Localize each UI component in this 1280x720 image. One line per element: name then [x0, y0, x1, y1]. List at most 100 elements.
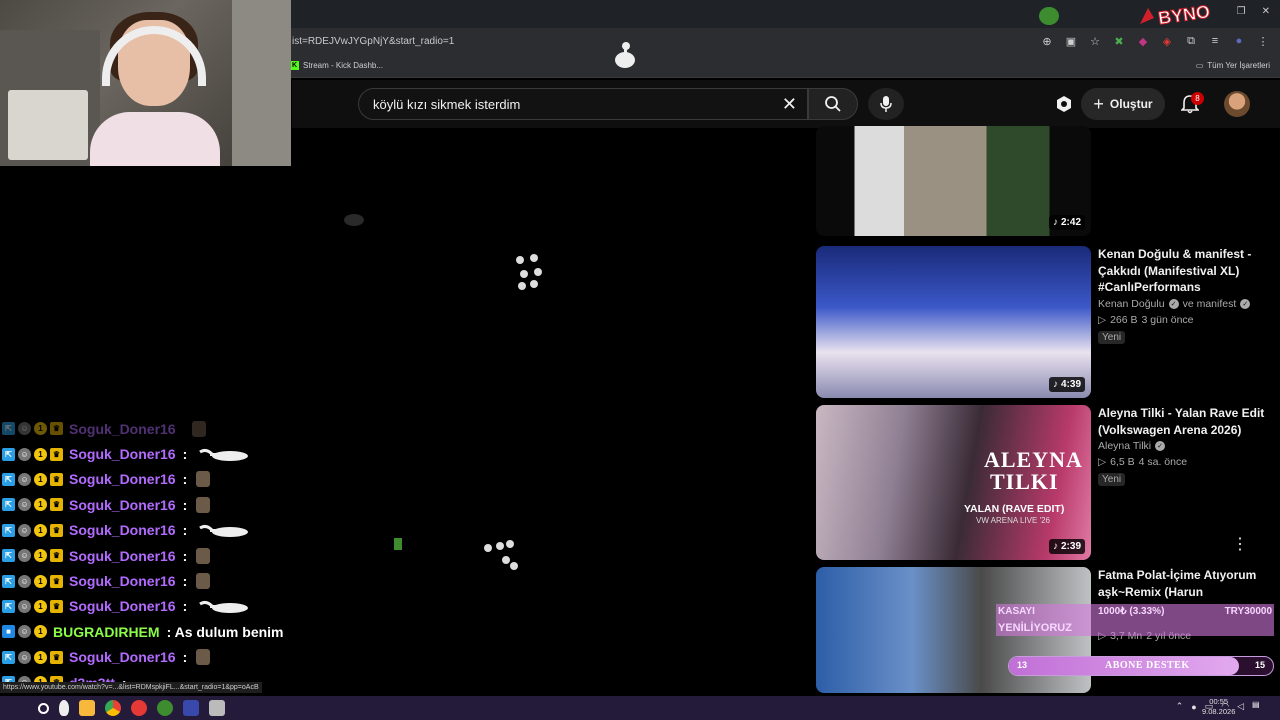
goose-flock-icon [516, 254, 542, 290]
app-icon[interactable] [157, 700, 173, 716]
search-query[interactable]: köylü kızı sikmek isterdim [373, 97, 520, 112]
kasa-line1: KASAYI [998, 606, 1035, 617]
chat-username[interactable]: Soguk_Doner16 [69, 548, 176, 564]
streamer-body [90, 112, 220, 166]
video-meta: Kenan Doğulu & manifest - Çakkıdı (Manif… [1098, 246, 1268, 345]
chat-username[interactable]: Soguk_Doner16 [69, 446, 176, 462]
app-icon[interactable] [209, 700, 225, 716]
status-url: https://www.youtube.com/watch?v=...&list… [0, 682, 262, 693]
video-title[interactable]: Fatma Polat-İçime Atıyorum aşk~Remix (Ha… [1098, 567, 1268, 600]
emote-icon [191, 420, 206, 437]
thumb-subtitle-2: VW ARENA LIVE '26 [976, 516, 1051, 525]
coin-badge-icon: 1 [34, 574, 47, 588]
verified-badge-icon: ⇱ [2, 447, 15, 461]
video-title[interactable]: Aleyna Tilki - Yalan Rave Edit (Volkswag… [1098, 405, 1268, 438]
all-bookmarks[interactable]: ▭ Tüm Yer İşaretleri [1196, 61, 1270, 70]
zoom-icon[interactable]: ⊕ [1040, 34, 1054, 48]
volume-icon[interactable]: ◁ [1237, 701, 1244, 712]
byno-logo: BYNO [1140, 1, 1212, 29]
rank-badge-icon: ☺ [18, 447, 31, 461]
video-thumbnail[interactable]: ALEYNA TILKI YALAN (RAVE EDIT) VW ARENA … [816, 405, 1091, 560]
crown-badge-icon: ♛ [50, 650, 63, 664]
crown-badge-icon: ♛ [50, 472, 63, 486]
create-button[interactable]: + Oluştur [1081, 88, 1165, 120]
video-title[interactable]: Kenan Doğulu & manifest - Çakkıdı (Manif… [1098, 246, 1268, 296]
close-icon[interactable]: ✕ [1262, 6, 1270, 17]
voice-search-button[interactable] [868, 88, 904, 120]
chat-text: : [182, 522, 188, 539]
menu-dots-icon[interactable]: ⋮ [1256, 34, 1270, 48]
verified-icon: ✓ [1168, 298, 1179, 309]
app-icon[interactable] [79, 700, 95, 716]
coin-badge-icon: 1 [34, 523, 47, 537]
chrome-icon[interactable] [105, 700, 121, 716]
verified-badge-icon: ⇱ [2, 472, 15, 486]
coin-badge-icon: 1 [34, 599, 47, 613]
goose-icon [615, 42, 635, 68]
notification-badge: 8 [1191, 92, 1204, 105]
chat-text: : [182, 598, 188, 615]
bookmark-kick-dashboard[interactable]: K Stream - Kick Dashb... [290, 61, 383, 70]
verified-badge-icon: ⇱ [2, 523, 15, 537]
extension-cube-icon[interactable]: ◈ [1160, 34, 1174, 48]
profile-icon[interactable]: ● [1232, 34, 1246, 48]
clear-search-icon[interactable]: ✕ [782, 94, 797, 115]
extension-icon[interactable]: ◆ [1136, 34, 1150, 48]
video-thumbnail[interactable]: ♪ 2:42 [816, 126, 1091, 236]
coin-badge-icon: 1 [34, 650, 47, 664]
cast-icon[interactable]: ▣ [1064, 34, 1078, 48]
gemini-sparkle-button[interactable] [1052, 92, 1076, 116]
channel-name[interactable]: Kenan Doğulu ✓ ve manifest ✓ [1098, 298, 1268, 310]
chat-text: : [182, 547, 188, 564]
emote-icon [196, 649, 211, 666]
rank-badge-icon: ☺ [18, 549, 31, 563]
reading-list-icon[interactable]: ≡ [1208, 34, 1222, 48]
chevron-up-icon[interactable]: ⌃ [1176, 701, 1184, 712]
chat-username[interactable]: Soguk_Doner16 [69, 421, 176, 437]
rank-badge-icon: ☺ [18, 625, 31, 639]
chat-username[interactable]: Soguk_Doner16 [69, 598, 176, 614]
puzzle-icon[interactable]: ⧉ [1184, 34, 1198, 48]
app-icon[interactable] [131, 700, 147, 716]
all-bookmarks-label: Tüm Yer İşaretleri [1207, 61, 1270, 70]
chat-text: : As dulum benim [166, 623, 284, 640]
chat-message: ⇱ ☺ 1 ♛ Soguk_Doner16: [2, 594, 302, 619]
video-thumbnail[interactable]: ♪ 4:39 [816, 246, 1091, 398]
chat-username[interactable]: Soguk_Doner16 [69, 497, 176, 513]
url-text[interactable]: ist=RDEJVwJYGpNjY&start_radio=1 [292, 36, 454, 47]
chat-username[interactable]: Soguk_Doner16 [69, 471, 176, 487]
chat-overlay: ⇱ ☺ 1 ♛ Soguk_Doner16 ⇱ ☺ 1 ♛ Soguk_Doner16: ⇱ ☺ 1 ♛ S… [2, 416, 302, 695]
bookmark-star-icon[interactable]: ☆ [1088, 34, 1102, 48]
avatar[interactable] [1224, 91, 1250, 117]
video-meta: Aleyna Tilki - Yalan Rave Edit (Volkswag… [1098, 405, 1268, 487]
taskbar-clock[interactable]: 00:55 9.08.2026 [1202, 697, 1235, 717]
chat-username[interactable]: BUGRADIRHEM [53, 624, 160, 640]
verified-icon: ✓ [1240, 298, 1251, 309]
search-button[interactable] [808, 88, 858, 120]
coin-badge-icon: 1 [34, 625, 47, 639]
rank-badge-icon: ☺ [18, 599, 31, 613]
chat-username[interactable]: Soguk_Doner16 [69, 522, 176, 538]
chat-username[interactable]: Soguk_Doner16 [69, 649, 176, 665]
channel-name[interactable]: Aleyna Tilki ✓ [1098, 440, 1268, 452]
search-icon[interactable] [38, 702, 49, 714]
restore-icon[interactable]: ❐ [1237, 6, 1246, 17]
microphone-icon[interactable]: ● [1191, 702, 1196, 712]
search-icon [825, 96, 841, 112]
music-note-icon: ♪ [1052, 379, 1058, 390]
rank-badge-icon: ☺ [18, 574, 31, 588]
play-icon: ▷ [1098, 313, 1107, 326]
emote-icon [196, 471, 211, 488]
crown-badge-icon: ♛ [50, 447, 63, 461]
extension-x-icon[interactable]: ✖ [1112, 34, 1126, 48]
search-input[interactable]: köylü kızı sikmek isterdim ✕ [358, 88, 808, 120]
sub-goal-label: ABONE DESTEK [1105, 660, 1190, 671]
notification-center-icon[interactable]: ▤ [1252, 700, 1268, 714]
app-icon[interactable] [183, 700, 199, 716]
emote-icon [196, 547, 211, 564]
chat-username[interactable]: Soguk_Doner16 [69, 573, 176, 589]
more-actions-icon[interactable]: ⋮ [1232, 534, 1248, 554]
chat-message: ⇱ ☺ 1 ♛ Soguk_Doner16: [2, 467, 302, 492]
goose-icon[interactable] [59, 700, 69, 716]
coin-badge-icon: 1 [34, 447, 47, 461]
